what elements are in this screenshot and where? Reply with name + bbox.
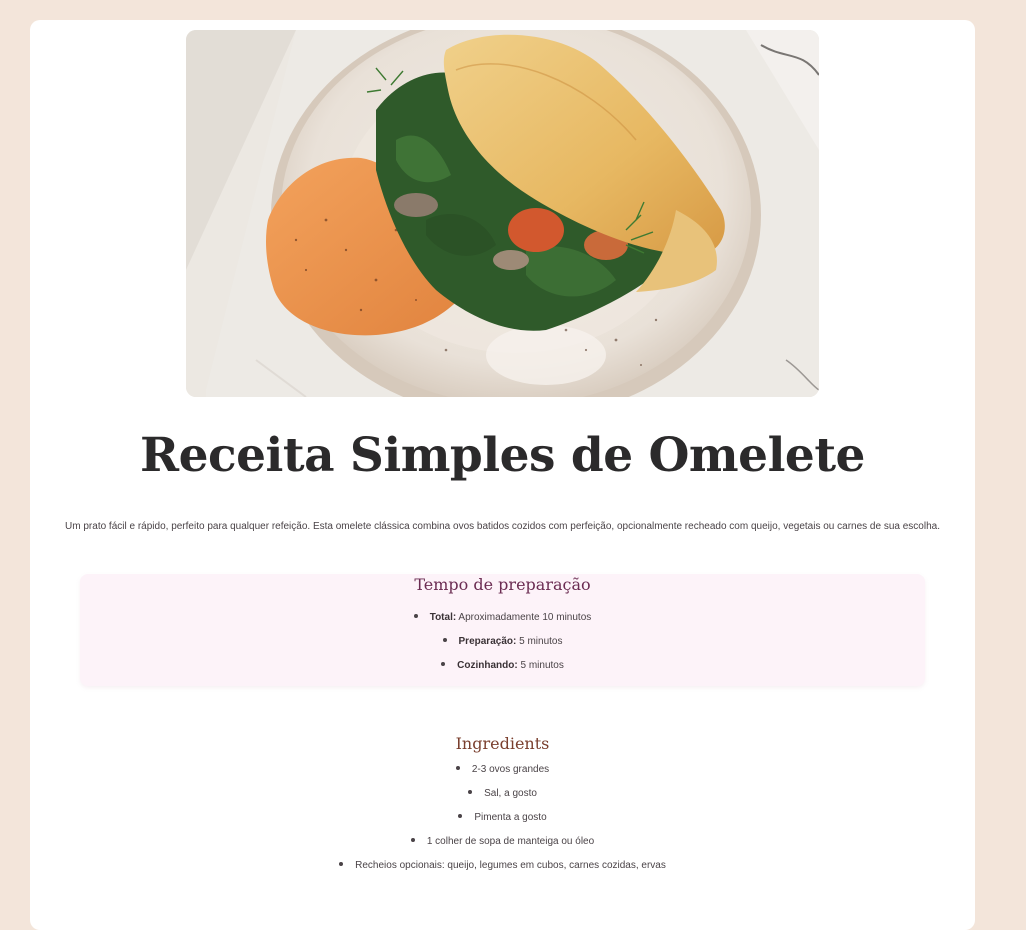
ingredients-list: 2-3 ovos grandes Sal, a gosto Pimenta a …: [30, 758, 975, 878]
prep-time-title: Tempo de preparação: [414, 575, 591, 594]
bullet-icon: [468, 790, 473, 795]
prep-item-value: Aproximadamente 10 minutos: [458, 612, 592, 623]
bullet-icon: [441, 662, 446, 667]
recipe-title: Receita Simples de Omelete: [140, 428, 865, 483]
bullet-icon: [455, 766, 460, 771]
ingredient-item: Sal, a gosto: [30, 782, 975, 806]
prep-item-value: 5 minutos: [519, 636, 563, 647]
bullet-icon: [442, 638, 447, 643]
ingredient-item: 1 colher de sopa de manteiga ou óleo: [30, 830, 975, 854]
recipe-description: Um prato fácil e rápido, perfeito para q…: [65, 521, 940, 532]
hero-image: [186, 30, 819, 397]
prep-item-label: Preparação:: [458, 636, 517, 647]
prep-item-preparation: Preparação: 5 minutos: [80, 630, 925, 654]
ingredient-item: Recheios opcionais: queijo, legumes em c…: [30, 854, 975, 878]
ingredients-title: Ingredients: [455, 734, 550, 753]
prep-item-total: Total: Aproximadamente 10 minutos: [80, 606, 925, 630]
ingredient-item: Pimenta a gosto: [30, 806, 975, 830]
bullet-icon: [413, 614, 418, 619]
prep-time-list: Total: Aproximadamente 10 minutos Prepar…: [80, 606, 925, 678]
prep-item-cooking: Cozinhando: 5 minutos: [80, 654, 925, 678]
prep-item-label: Cozinhando:: [457, 660, 518, 671]
bullet-icon: [410, 838, 415, 843]
prep-time-section: Tempo de preparação Total: Aproximadamen…: [80, 574, 925, 686]
recipe-card: Receita Simples de Omelete Um prato fáci…: [30, 20, 975, 930]
bullet-icon: [339, 862, 344, 867]
ingredient-item: 2-3 ovos grandes: [30, 758, 975, 782]
bullet-icon: [458, 814, 463, 819]
prep-item-label: Total:: [429, 612, 457, 623]
prep-item-value: 5 minutos: [520, 660, 564, 671]
